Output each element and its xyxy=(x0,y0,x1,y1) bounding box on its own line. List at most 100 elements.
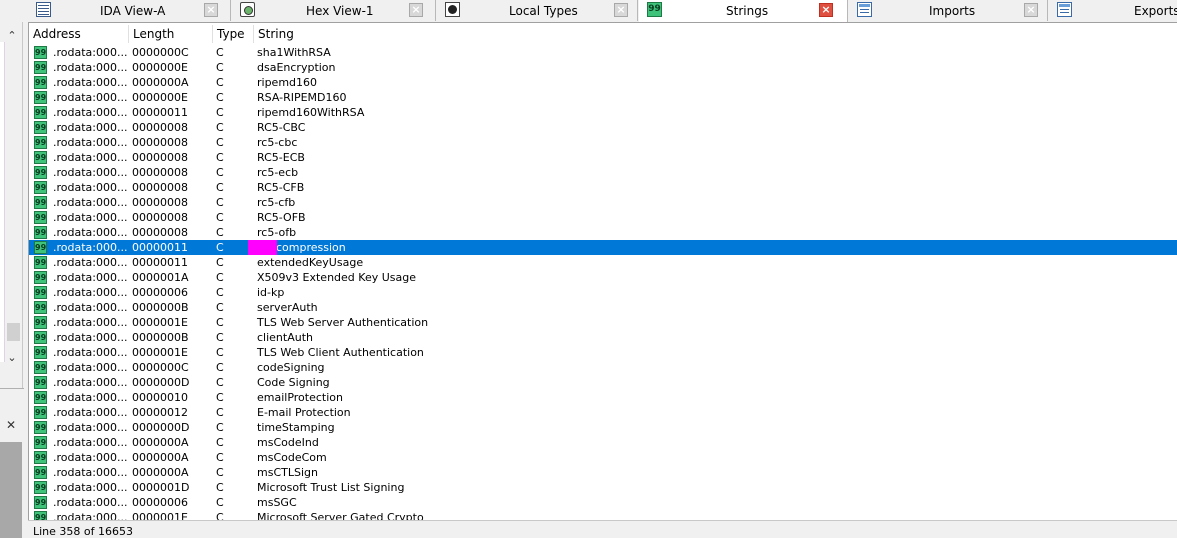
column-header-address[interactable]: Address xyxy=(33,27,81,41)
column-header-string[interactable]: String xyxy=(258,27,294,41)
cell-length: 00000012 xyxy=(132,406,188,419)
table-row[interactable]: 99 .rodata:000... 00000008 Crc5-ecb xyxy=(29,165,1177,180)
table-row[interactable]: 99 .rodata:000... 0000001E C Microsoft Serve… xyxy=(29,510,1177,520)
table-row[interactable]: 99 .rodata:000... 00000006 Cid-kp xyxy=(29,285,1177,300)
strings-list[interactable]: Address Length Type String 99 .rodata:000… xyxy=(28,23,1177,520)
string-icon: 99 xyxy=(34,91,47,104)
table-row[interactable]: 99 .rodata:000... 0000000A CmsCodeCom xyxy=(29,450,1177,465)
cell-length: 0000000E xyxy=(132,61,188,74)
column-header-length[interactable]: Length xyxy=(133,27,174,41)
table-row[interactable]: 99 .rodata:000... 00000008 C RC5-CFB xyxy=(29,180,1177,195)
tab-ida-view-a[interactable]: IDA View-A × xyxy=(28,0,231,21)
cell-address: .rodata:000... xyxy=(53,451,128,464)
table-row[interactable]: 99 .rodata:000... 00000012 C E-mail Protecti… xyxy=(29,405,1177,420)
table-row[interactable]: 99 .rodata:000... 0000001E C TLS Web Client … xyxy=(29,345,1177,360)
table-row[interactable]: 99 .rodata:000... 0000000C CcodeSigning xyxy=(29,360,1177,375)
status-bar: Line 358 of 16653 xyxy=(28,520,1177,538)
table-row[interactable]: 99 .rodata:000... 0000000A CmsCodeInd xyxy=(29,435,1177,450)
left-scrollbar-track[interactable] xyxy=(0,42,5,362)
cell-string: codeSigning xyxy=(257,361,325,374)
cell-type: C xyxy=(216,181,224,194)
left-scrollbar-thumb[interactable] xyxy=(7,323,20,341)
cell-type: C xyxy=(216,346,224,359)
cell-string: msCodeCom xyxy=(257,451,327,464)
scroll-up-icon[interactable]: ⌃ xyxy=(4,29,20,43)
string-icon: 99 xyxy=(34,181,47,194)
tab-hex-view-1[interactable]: Hex View-1 × xyxy=(232,0,436,21)
table-row[interactable]: 99 .rodata:000... 00000008 C RC5-OFB xyxy=(29,210,1177,225)
column-header-type[interactable]: Type xyxy=(217,27,245,41)
string-icon: 99 xyxy=(34,376,47,389)
tab-exports[interactable]: Exports xyxy=(1049,0,1177,21)
table-row[interactable]: 99 .rodata:000... 00000008 Crc5-ofb xyxy=(29,225,1177,240)
cell-length: 00000006 xyxy=(132,496,188,509)
table-row[interactable]: 99 .rodata:000... 0000000D C Code Signing xyxy=(29,375,1177,390)
table-row[interactable]: 99 .rodata:000... 00000008 C RC5-CBC xyxy=(29,120,1177,135)
cell-address: .rodata:000... xyxy=(53,391,128,404)
cell-string: rc5-ecb xyxy=(257,166,299,179)
table-row[interactable]: 99 .rodata:000... 00000011 Cripemd160WithRS… xyxy=(29,105,1177,120)
table-row[interactable]: 99 .rodata:000... 0000001A C X509v3 Extended… xyxy=(29,270,1177,285)
column-separator[interactable] xyxy=(212,25,213,43)
cell-type: C xyxy=(216,121,224,134)
table-row[interactable]: 99 .rodata:000... 0000001D C Microsoft Trust… xyxy=(29,480,1177,495)
cell-address: .rodata:000... xyxy=(53,136,128,149)
table-row[interactable]: 99 .rodata:000... 00000008 C RC5-ECB xyxy=(29,150,1177,165)
column-separator[interactable] xyxy=(128,25,129,43)
table-row[interactable]: 99 .rodata:000... 00000006 CmsSGC xyxy=(29,495,1177,510)
string-icon: 99 xyxy=(34,421,47,434)
table-row[interactable]: 99 .rodata:000... 00000011 Ccompression xyxy=(29,240,1177,255)
cell-length: 0000000B xyxy=(132,331,189,344)
cell-type: C xyxy=(216,421,224,434)
string-icon: 99 xyxy=(34,406,47,419)
table-row[interactable]: 99 .rodata:000... 00000010 CemailProtection xyxy=(29,390,1177,405)
cell-type: C xyxy=(216,76,224,89)
table-row[interactable]: 99 .rodata:000... 0000000A CmsCTLSign xyxy=(29,465,1177,480)
table-row[interactable]: 99 .rodata:000... 00000008 Crc5-cfb xyxy=(29,195,1177,210)
tab-close-icon[interactable]: × xyxy=(409,3,423,17)
left-panel-divider xyxy=(0,388,24,389)
tab-close-icon[interactable]: × xyxy=(1024,3,1038,17)
cell-type: C xyxy=(216,166,224,179)
cell-string: msCodeInd xyxy=(257,436,319,449)
cell-type: C xyxy=(216,226,224,239)
cell-string: timeStamping xyxy=(257,421,335,434)
cell-length: 00000008 xyxy=(132,226,188,239)
table-row[interactable]: 99 .rodata:000... 0000000E C RSA-RIPEMD160 xyxy=(29,90,1177,105)
cell-length: 00000008 xyxy=(132,211,188,224)
scroll-down-icon[interactable]: ⌄ xyxy=(4,351,20,365)
cell-address: .rodata:000... xyxy=(53,211,128,224)
table-row[interactable]: 99 .rodata:000... 0000000D CtimeStamping xyxy=(29,420,1177,435)
table-row[interactable]: 99 .rodata:000... 00000008 Crc5-cbc xyxy=(29,135,1177,150)
string-icon: 99 xyxy=(34,196,47,209)
tab-close-icon[interactable]: × xyxy=(819,3,833,17)
tab-close-icon[interactable]: × xyxy=(614,3,628,17)
tab-imports[interactable]: Imports × xyxy=(849,0,1048,21)
cell-address: .rodata:000... xyxy=(53,376,128,389)
cell-string: id-kp xyxy=(257,286,285,299)
tab-close-icon[interactable]: × xyxy=(204,3,218,17)
column-separator[interactable] xyxy=(253,25,254,43)
cell-string: emailProtection xyxy=(257,391,343,404)
string-icon: 99 xyxy=(34,301,47,314)
table-row[interactable]: 99 .rodata:000... 0000000E CdsaEncryption xyxy=(29,60,1177,75)
redaction-block xyxy=(248,240,277,255)
cell-address: .rodata:000... xyxy=(53,196,128,209)
cell-length: 00000011 xyxy=(132,106,188,119)
close-icon[interactable]: ✕ xyxy=(4,418,18,432)
cell-length: 00000006 xyxy=(132,286,188,299)
table-row[interactable]: 99 .rodata:000... 0000001E C TLS Web Server … xyxy=(29,315,1177,330)
table-row[interactable]: 99 .rodata:000... 0000000B CserverAuth xyxy=(29,300,1177,315)
tab-strings[interactable]: 99 Strings × xyxy=(639,0,848,22)
tab-local-types[interactable]: Local Types × xyxy=(437,0,638,21)
cell-string: msSGC xyxy=(257,496,297,509)
table-row[interactable]: 99 .rodata:000... 0000000C Csha1WithRSA xyxy=(29,45,1177,60)
string-icon: 99 xyxy=(34,61,47,74)
cell-length: 0000000D xyxy=(132,421,190,434)
table-row[interactable]: 99 .rodata:000... 00000011 CextendedKeyUsag… xyxy=(29,255,1177,270)
table-row[interactable]: 99 .rodata:000... 0000000A Cripemd160 xyxy=(29,75,1177,90)
cell-string: RC5-CBC xyxy=(257,121,306,134)
table-row[interactable]: 99 .rodata:000... 0000000B CclientAuth xyxy=(29,330,1177,345)
cell-address: .rodata:000... xyxy=(53,76,128,89)
tab-bar: IDA View-A × Hex View-1 × Local Types × 99 Stri… xyxy=(28,0,1177,23)
